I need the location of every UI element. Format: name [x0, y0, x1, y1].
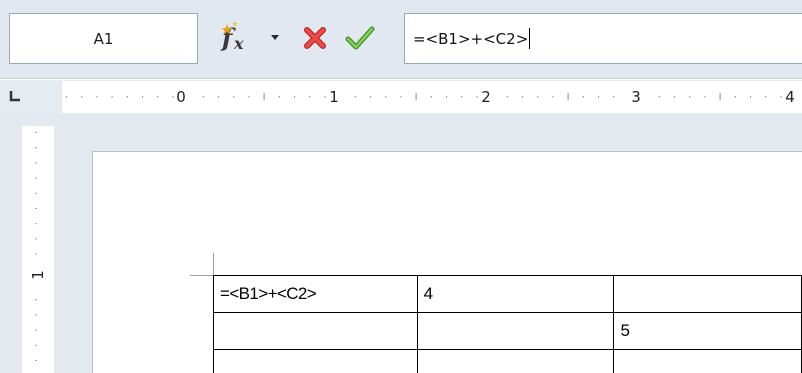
table-cell-c3[interactable] [613, 349, 802, 373]
ruler-label-3: 3 [631, 88, 641, 106]
table-cell-c2[interactable]: 5 [613, 312, 802, 350]
ruler-tick [294, 96, 295, 98]
ruler-tick [218, 96, 219, 98]
ruler-tick [446, 96, 447, 98]
ruler-tick [35, 132, 37, 133]
ruler-tick [172, 96, 174, 98]
ruler-tick [126, 96, 128, 98]
ruler-tick [35, 147, 37, 149]
ruler-tick [385, 96, 387, 98]
ruler-tick [35, 344, 37, 346]
ruler-tick [35, 162, 37, 164]
ruler-tick [35, 238, 37, 240]
text-cursor [529, 28, 531, 49]
ruler-tick [263, 93, 265, 100]
fx-icon[interactable]: f x [220, 20, 258, 56]
ruler-tick [734, 96, 736, 98]
ruler-label-1: 1 [329, 88, 339, 106]
ruler-tick [506, 96, 508, 98]
formula-input-text: =<B1>+<C2> [413, 29, 529, 48]
ruler-tick [324, 96, 326, 98]
ruler-tick [157, 96, 159, 98]
ruler-label-0: 0 [176, 88, 186, 106]
ruler-label-4: 4 [785, 88, 795, 106]
ruler-tick [309, 96, 311, 98]
chevron-down-icon[interactable] [268, 30, 282, 44]
table-cell-b3[interactable] [416, 349, 615, 373]
ruler-tick [354, 96, 356, 98]
ruler-tick [111, 96, 113, 98]
ruler-tick [35, 223, 37, 225]
ruler-tick [780, 96, 782, 98]
table-row: 5 [213, 312, 802, 350]
text-boundary-mark [190, 275, 214, 276]
table-cell-a2[interactable] [213, 312, 418, 350]
ruler-tick [537, 96, 539, 98]
ruler-tick [278, 96, 280, 98]
formula-toolbar: A1 f x =<B1>+<C2> [0, 0, 802, 79]
ruler-tick [35, 253, 37, 255]
formula-input[interactable]: =<B1>+<C2> [404, 13, 802, 64]
horizontal-ruler[interactable]: 0 1 2 3 4 [62, 81, 802, 113]
ruler-tick [567, 93, 569, 100]
svg-text:x: x [233, 34, 244, 53]
ruler-tick [582, 96, 584, 98]
ruler-tick [522, 96, 523, 98]
ruler-tick [96, 96, 98, 98]
table-cell-b2[interactable] [416, 312, 615, 350]
ruler-tick [66, 96, 67, 98]
ruler-tick [35, 299, 37, 301]
ruler-tick [400, 96, 402, 98]
vertical-ruler[interactable]: 1 [22, 126, 54, 373]
text-boundary-mark [213, 253, 214, 275]
ruler-tick [613, 96, 615, 98]
ruler-tick [689, 96, 691, 98]
ruler-tick [35, 208, 37, 209]
ruler-tick [765, 96, 767, 98]
table-cell-c1[interactable] [613, 275, 802, 313]
tab-stop-icon[interactable] [8, 89, 22, 103]
table-cell-a1[interactable]: =<B1>+<C2> [213, 275, 418, 313]
ruler-label-2: 2 [481, 88, 491, 106]
table-row: =<B1>+<C2> 4 [213, 275, 802, 313]
ruler-tick [750, 96, 751, 98]
checkmark-icon[interactable] [344, 24, 376, 52]
ruler-tick [658, 96, 660, 98]
ruler-label-v1: 1 [29, 270, 47, 280]
ruler-tick [35, 360, 37, 361]
ruler-tick [430, 96, 432, 98]
ruler-tick [719, 93, 721, 100]
table-cell-a3[interactable] [213, 349, 418, 373]
ruler-tick [476, 96, 478, 98]
ruler-tick [35, 177, 37, 179]
ruler-tick [81, 96, 83, 98]
ruler-tick [35, 314, 37, 316]
ruler-tick [202, 96, 204, 98]
ruler-tick [35, 329, 37, 331]
ruler-tick [552, 96, 554, 98]
ruler-tick [142, 96, 143, 98]
ruler-tick [704, 96, 706, 98]
name-box[interactable]: A1 [9, 13, 198, 64]
ruler-tick [370, 96, 371, 98]
ruler-tick [35, 192, 37, 194]
ruler-tick [674, 96, 675, 98]
table-row [213, 349, 802, 373]
ruler-tick [415, 93, 417, 100]
ruler-tick [233, 96, 235, 98]
ruler-tick [248, 96, 250, 98]
ruler-tick [461, 96, 463, 98]
document-table: =<B1>+<C2> 4 5 [213, 275, 802, 373]
table-cell-b1[interactable]: 4 [416, 275, 615, 313]
ruler-tick [598, 96, 599, 98]
close-icon[interactable] [302, 25, 328, 51]
